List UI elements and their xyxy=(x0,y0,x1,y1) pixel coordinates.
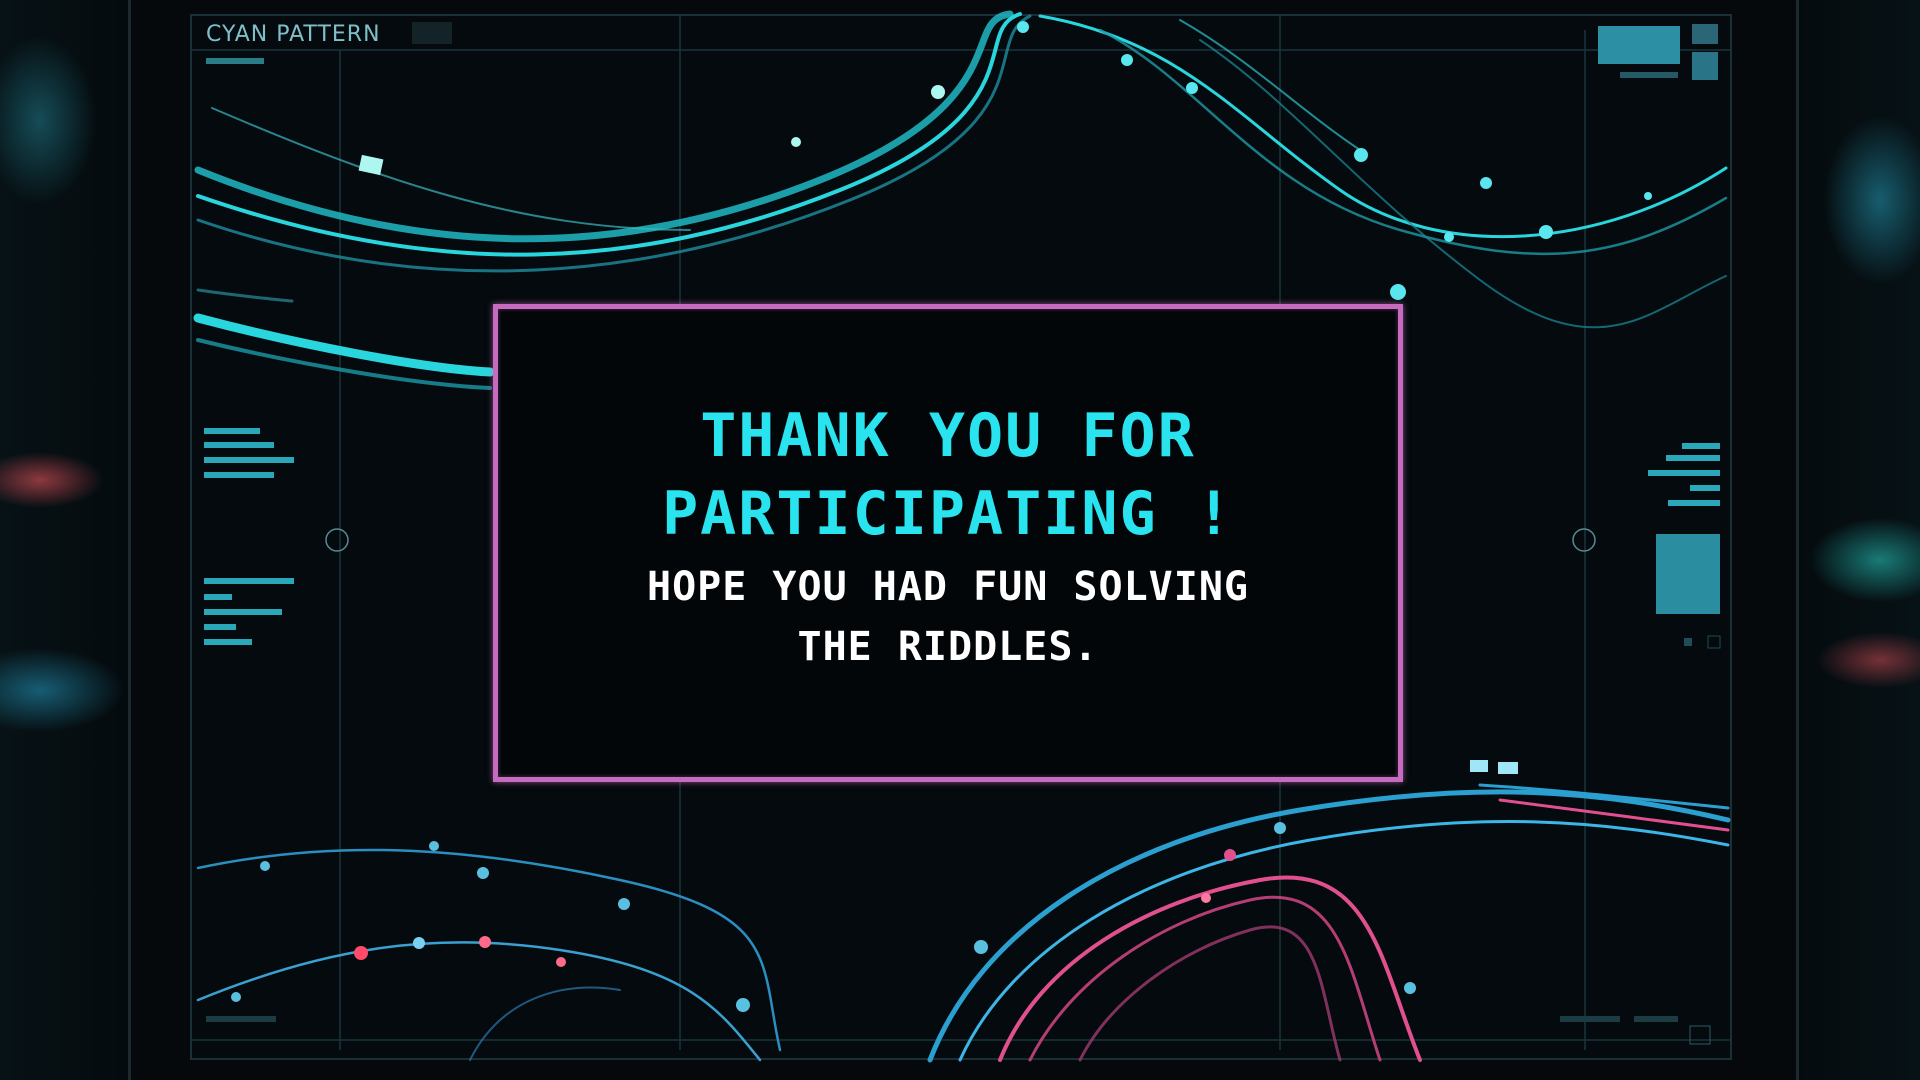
message-subtext: HOPE YOU HAD FUN SOLVING THE RIDDLES. xyxy=(647,564,1249,670)
top-right-widget-bar xyxy=(1620,72,1678,78)
header-tab xyxy=(412,22,452,44)
left-level-bars-upper xyxy=(204,428,294,478)
left-level-bars-lower xyxy=(204,578,294,645)
top-right-widget-tall xyxy=(1692,52,1718,80)
screen-title: CYAN PATTERN xyxy=(206,22,381,47)
top-right-widget-small xyxy=(1692,24,1718,44)
left-target-circle xyxy=(325,528,349,552)
bottom-right-bar-1 xyxy=(1560,1016,1620,1022)
right-status-dot xyxy=(1684,638,1692,646)
header-underline xyxy=(206,58,264,64)
bottom-left-bar xyxy=(206,1016,276,1022)
bottom-left-stream-nodes xyxy=(231,841,750,1012)
bottom-left-wave-streams xyxy=(196,848,782,1062)
top-right-widget-large xyxy=(1598,26,1680,64)
bottom-right-bar-2 xyxy=(1634,1016,1678,1022)
thank-you-headline: THANK YOU FOR PARTICIPATING ! xyxy=(662,401,1234,549)
bottom-right-box xyxy=(1689,1025,1711,1045)
top-right-stream-nodes xyxy=(1017,21,1652,300)
message-panel: THANK YOU FOR PARTICIPATING ! HOPE YOU H… xyxy=(493,304,1403,782)
right-status-box xyxy=(1707,635,1721,649)
right-panel-block xyxy=(1656,534,1720,614)
right-target-circle xyxy=(1572,528,1596,552)
right-level-bars xyxy=(1648,443,1720,506)
